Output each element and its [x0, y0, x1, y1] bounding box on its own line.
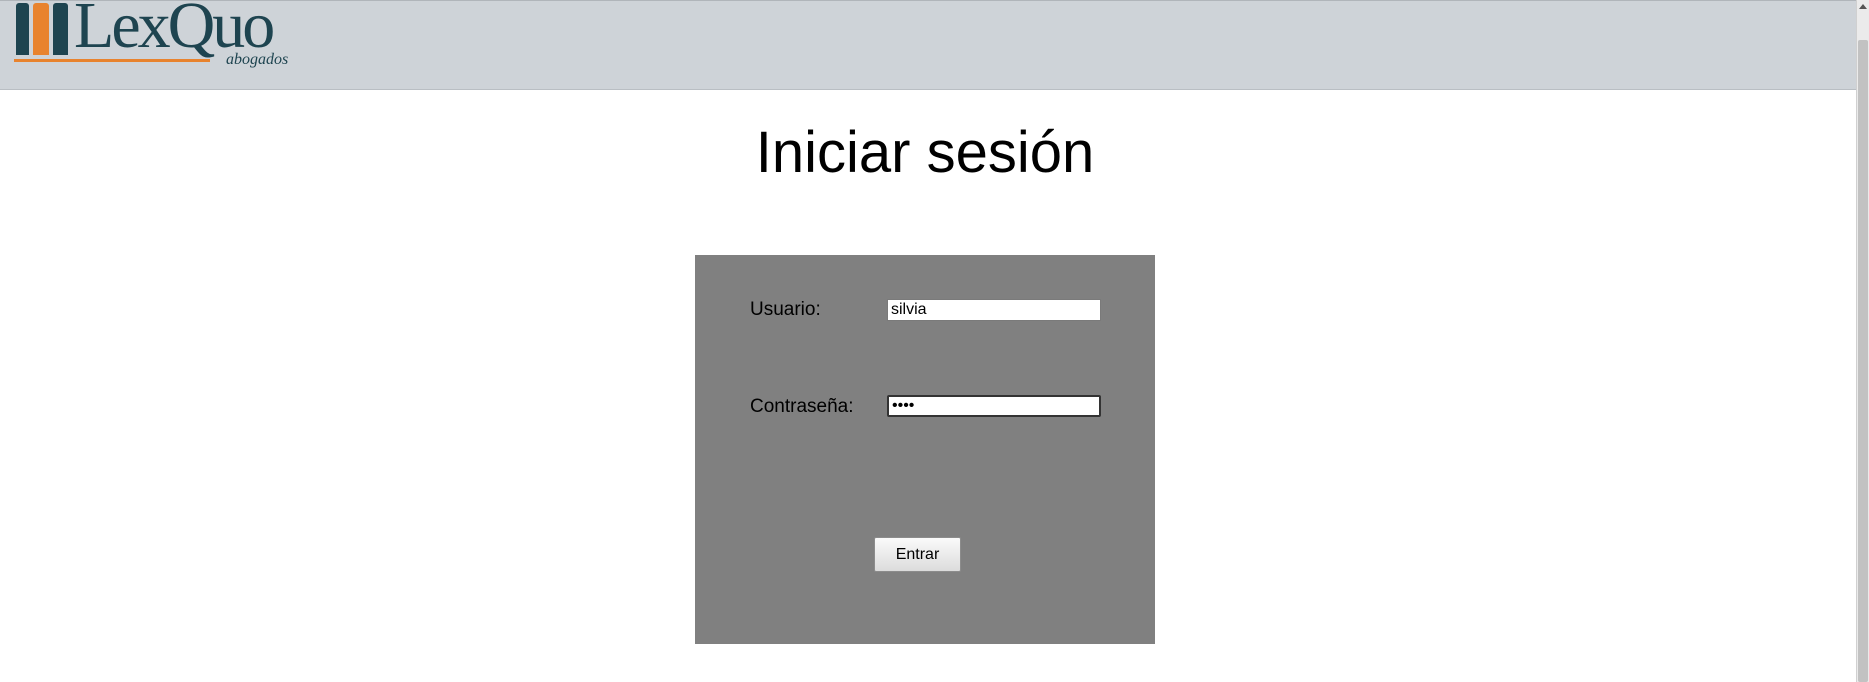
scrollbar-thumb[interactable] — [1858, 40, 1868, 682]
site-header: LexQuo abogados — [0, 0, 1856, 90]
lexquo-logo[interactable]: LexQuo abogados — [14, 0, 296, 71]
logo-underline — [14, 59, 210, 62]
logo-book-shape — [33, 3, 49, 55]
page: LexQuo abogados Iniciar sesión Usuario: … — [0, 0, 1869, 682]
logo-book-shape — [16, 3, 29, 55]
scroll-up-arrow-icon[interactable] — [1859, 4, 1867, 9]
password-label: Contraseña: — [750, 396, 854, 417]
logo-tagline: abogados — [226, 51, 289, 68]
logo-book-shape — [53, 3, 68, 55]
login-form: Usuario: Contraseña: Entrar — [695, 255, 1155, 644]
username-input[interactable] — [887, 299, 1101, 321]
page-title: Iniciar sesión — [755, 120, 1095, 185]
username-label: Usuario: — [750, 299, 821, 320]
password-input[interactable] — [887, 395, 1101, 417]
vertical-scrollbar[interactable] — [1856, 0, 1869, 682]
login-submit-button[interactable]: Entrar — [874, 537, 961, 572]
